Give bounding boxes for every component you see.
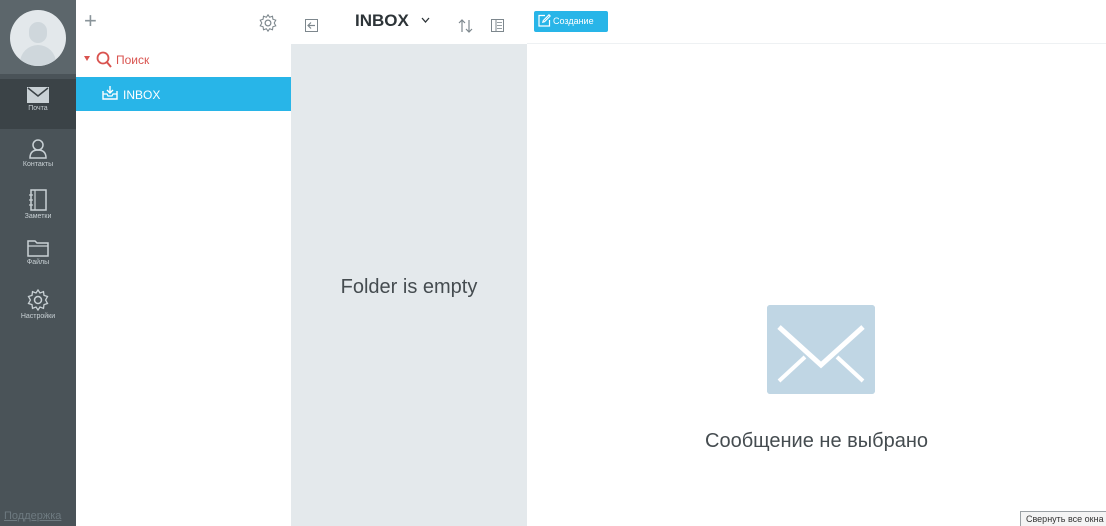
folder-title[interactable]: INBOX	[355, 11, 409, 31]
nav-item-contacts[interactable]: Контакты	[0, 131, 76, 181]
empty-folder-message: Folder is empty	[340, 276, 478, 298]
expand-caret-icon[interactable]	[84, 56, 90, 61]
folder-panel-header: +	[76, 0, 291, 44]
layout-toggle-icon[interactable]	[491, 19, 504, 32]
notebook-icon	[29, 189, 47, 211]
preview-header: Создание	[527, 0, 1106, 44]
add-folder-button[interactable]: +	[84, 10, 97, 32]
preview-pane: Создание Сообщение не выбрано Свернуть в…	[527, 0, 1106, 526]
search-icon	[96, 51, 112, 68]
inbox-icon	[102, 86, 118, 100]
nav-label-files: Файлы	[26, 259, 50, 266]
mail-icon	[27, 87, 49, 103]
message-list-header: INBOX	[291, 0, 527, 44]
gear-icon	[27, 289, 49, 311]
no-message-selected: Сообщение не выбрано	[705, 430, 928, 452]
folder-item-inbox-label: INBOX	[123, 88, 161, 102]
support-link[interactable]: Поддержка	[4, 510, 61, 522]
nav-label-settings: Настройки	[20, 313, 56, 320]
nav-rail: Почта Контакты Заметки Файлы Настройки П…	[0, 0, 76, 526]
nav-label-notes: Заметки	[24, 213, 52, 220]
nav-item-settings[interactable]: Настройки	[0, 281, 76, 331]
folder-settings-gear-icon[interactable]	[259, 14, 277, 32]
envelope-icon	[767, 305, 875, 394]
folder-icon	[27, 240, 49, 257]
avatar-head	[29, 22, 47, 43]
person-icon	[29, 139, 47, 159]
mail-app: Почта Контакты Заметки Файлы Настройки П…	[0, 0, 1106, 526]
collapse-all-windows-button[interactable]: Свернуть все окна	[1020, 511, 1106, 526]
nav-item-mail[interactable]: Почта	[0, 79, 76, 129]
message-list: Folder is empty	[291, 44, 527, 526]
avatar-body	[20, 45, 56, 66]
avatar[interactable]	[10, 10, 66, 66]
folder-panel: + Поиск INBOX	[76, 0, 291, 526]
folder-item-inbox[interactable]: INBOX	[76, 77, 291, 111]
nav-item-files[interactable]: Файлы	[0, 231, 76, 281]
folder-search[interactable]: Поиск	[76, 50, 291, 72]
sort-icon[interactable]	[458, 19, 474, 33]
avatar-area	[0, 0, 76, 74]
nav-label-mail: Почта	[28, 105, 48, 112]
nav-item-notes[interactable]: Заметки	[0, 181, 76, 231]
pencil-square-icon	[538, 14, 551, 27]
compose-button-label: Создание	[553, 16, 594, 26]
nav-label-contacts: Контакты	[22, 161, 54, 168]
collapse-panel-icon[interactable]	[305, 19, 318, 32]
search-folder-label: Поиск	[116, 53, 150, 67]
compose-button[interactable]: Создание	[534, 11, 608, 32]
chevron-down-icon[interactable]	[421, 17, 430, 23]
